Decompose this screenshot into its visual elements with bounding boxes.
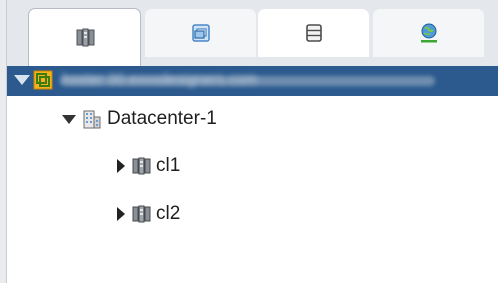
networking-icon — [420, 23, 437, 43]
hosts-clusters-icon — [76, 28, 94, 47]
expand-triangle-icon[interactable] — [117, 159, 125, 173]
vcenter-icon — [33, 70, 53, 90]
storage-icon — [305, 24, 322, 42]
cluster-icon — [132, 205, 151, 223]
tree-row-cluster[interactable]: cl2 — [117, 200, 180, 228]
tree-row-datacenter[interactable]: Datacenter-1 — [62, 105, 217, 133]
expand-triangle-icon[interactable] — [117, 207, 125, 221]
tab-networking[interactable] — [373, 9, 484, 57]
vcenter-label: hoster 00.exxxdesigners.com — [62, 71, 258, 88]
vms-templates-icon — [191, 24, 210, 42]
inventory-tab-strip — [7, 0, 498, 67]
tab-storage[interactable] — [258, 9, 369, 57]
tab-vms-and-templates[interactable] — [145, 9, 256, 57]
expand-triangle-icon[interactable] — [14, 75, 30, 85]
collapse-triangle-icon[interactable] — [62, 114, 76, 124]
panel-left-edge — [0, 0, 7, 283]
inventory-navigator-panel: hoster 00.exxxdesigners.com Datacenter-1 — [0, 0, 498, 283]
tree-row-cluster[interactable]: cl1 — [117, 152, 180, 180]
datacenter-icon — [83, 110, 101, 129]
cluster-label: cl2 — [156, 203, 181, 224]
tab-hosts-and-clusters[interactable] — [28, 8, 141, 67]
cluster-label: cl1 — [156, 155, 181, 176]
datacenter-label: Datacenter-1 — [107, 108, 217, 129]
cluster-icon — [132, 157, 151, 175]
